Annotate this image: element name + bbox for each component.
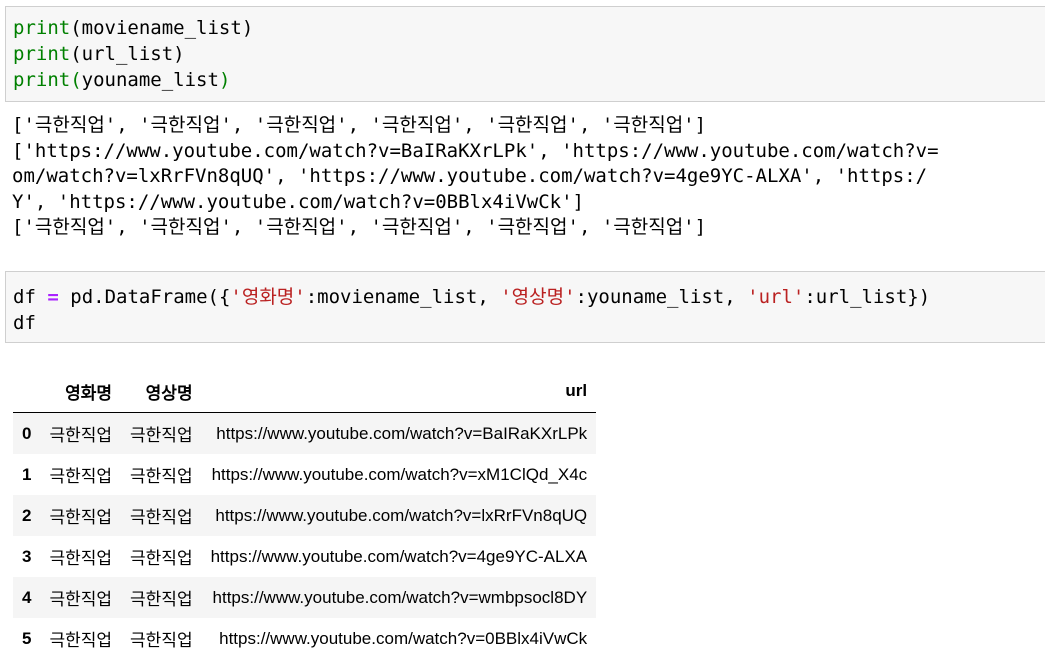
table-row: 4 극한직업 극한직업 https://www.youtube.com/watc… (13, 577, 597, 618)
cell-url: https://www.youtube.com/watch?v=4ge9YC-A… (210, 546, 588, 566)
cell-movie: 극한직업 (49, 508, 113, 527)
table-row: 0 극한직업 극한직업 https://www.youtube.com/watc… (13, 412, 597, 454)
table-row: 5 극한직업 극한직업 https://www.youtube.com/watc… (13, 618, 596, 659)
index-header (13, 370, 41, 413)
row-index: 0 (22, 423, 32, 443)
table-header-row: 영화명 영상명 url (13, 370, 597, 413)
cell-movie: 극한직업 (49, 631, 113, 650)
code-cell-print[interactable]: print(moviename_list) print(url_list) pr… (5, 6, 1045, 102)
cell-video: 극한직업 (130, 549, 193, 568)
output-line-3: om/watch?v=lxRrFVn8qUQ', 'https://www.yo… (12, 165, 928, 188)
row-index: 2 (22, 505, 32, 525)
cell-video: 극한직업 (130, 590, 193, 609)
dataframe-table: 영화명 영상명 url 0 극한직업 극한직업 https://www.yout… (13, 370, 597, 659)
cell-video: 극한직업 (130, 508, 193, 527)
cell-movie: 극한직업 (49, 590, 113, 609)
print-arg: url_list (81, 43, 174, 65)
cell-url: https://www.youtube.com/watch?v=BaIRaKXr… (216, 423, 588, 443)
cell-output-print: ['극한직업', '극한직업', '극한직업', '극한직업', '극한직업',… (5, 113, 1045, 248)
table-row: 1 극한직업 극한직업 https://www.youtube.com/watc… (13, 454, 596, 495)
row-index: 4 (22, 587, 32, 607)
table-row: 3 극한직업 극한직업 https://www.youtube.com/watc… (13, 536, 596, 577)
print-arg: youname_list (81, 69, 219, 91)
code-line-df-create: df = pd.DataFrame({'영화명':moviename_list,… (13, 286, 931, 308)
column-header-url: url (201, 370, 597, 413)
row-index: 1 (22, 464, 32, 484)
row-index: 3 (22, 546, 32, 566)
output-line-4: Y', 'https://www.youtube.com/watch?v=0BB… (12, 190, 584, 213)
cell-video: 극한직업 (130, 631, 193, 650)
cell-movie: 극한직업 (49, 426, 113, 445)
column-header-movie: 영화명 (40, 370, 122, 413)
cell-url: https://www.youtube.com/watch?v=xM1ClQd_… (211, 464, 588, 484)
output-line-2: ['https://www.youtube.com/watch?v=BaIRaK… (12, 139, 939, 162)
column-header-video: 영상명 (121, 370, 202, 413)
cell-movie: 극한직업 (49, 549, 113, 568)
cell-url: https://www.youtube.com/watch?v=wmbpsocl… (212, 587, 588, 607)
code-line-1: print(moviename_list) (13, 17, 254, 39)
cell-video: 극한직업 (130, 467, 193, 486)
code-line-df-display: df (13, 312, 36, 334)
row-index: 5 (22, 628, 32, 648)
table-row: 2 극한직업 극한직업 https://www.youtube.com/watc… (13, 495, 597, 536)
cell-url: https://www.youtube.com/watch?v=lxRrFVn8… (215, 505, 588, 525)
output-line-1: ['극한직업', '극한직업', '극한직업', '극한직업', '극한직업',… (12, 114, 707, 136)
code-cell-dataframe[interactable]: df = pd.DataFrame({'영화명':moviename_list,… (5, 271, 1045, 343)
output-line-5: ['극한직업', '극한직업', '극한직업', '극한직업', '극한직업',… (12, 216, 707, 239)
print-keyword: print (13, 43, 71, 65)
code-line-3: print(youname_list) (13, 69, 231, 91)
print-keyword: print (13, 69, 71, 91)
cell-movie: 극한직업 (49, 467, 113, 486)
cell-url: https://www.youtube.com/watch?v=0BBlx4iV… (219, 628, 588, 648)
print-keyword: print (13, 17, 71, 39)
code-line-2: print(url_list) (13, 43, 185, 65)
print-arg: moviename_list (81, 17, 242, 39)
cell-video: 극한직업 (130, 426, 193, 445)
